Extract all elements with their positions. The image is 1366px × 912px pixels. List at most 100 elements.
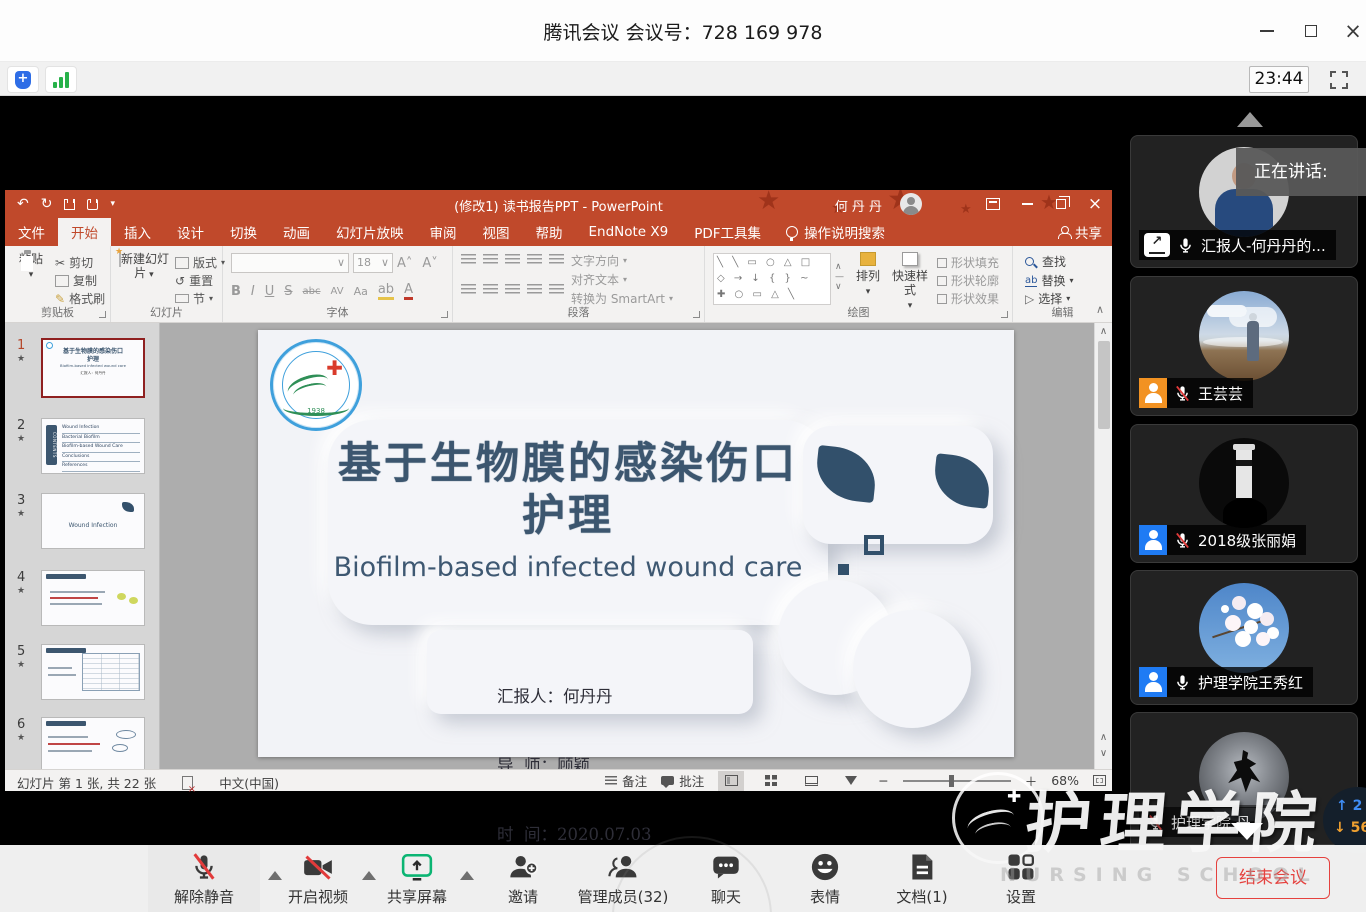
scroll-up-icon[interactable]: ∧ <box>1095 326 1112 337</box>
comments-button[interactable]: 批注 <box>661 771 704 790</box>
thumbnail-slide-4[interactable] <box>41 570 145 626</box>
tab-transitions[interactable]: 切换 <box>217 218 270 246</box>
ribbon-display-options-button[interactable] <box>976 190 1010 218</box>
manage-members-button[interactable]: 管理成员(32) <box>578 852 669 907</box>
align-right-icon[interactable] <box>505 284 520 295</box>
tab-animations[interactable]: 动画 <box>270 218 323 246</box>
tab-help[interactable]: 帮助 <box>523 218 576 246</box>
video-options-expander[interactable] <box>362 871 376 880</box>
shape-fill-button[interactable]: 形状填充 <box>937 254 999 271</box>
text-direction-button[interactable]: 文字方向▾ <box>571 252 627 269</box>
slide-scrollbar[interactable]: ∧ ∧ ∨ <box>1094 323 1112 769</box>
fullscreen-button[interactable] <box>1328 69 1350 91</box>
normal-view-button[interactable] <box>718 771 744 791</box>
replace-button[interactable]: ab替换▾ <box>1025 272 1074 289</box>
indent-increase-icon[interactable] <box>527 254 542 265</box>
reset-button[interactable]: ↺重置 <box>175 272 213 289</box>
share-screen-button[interactable]: 共享屏幕 <box>387 852 447 907</box>
columns-icon[interactable] <box>549 284 564 295</box>
shape-outline-button[interactable]: 形状轮廓 <box>937 272 999 289</box>
align-center-icon[interactable] <box>483 284 498 295</box>
grow-font-icon[interactable]: A˄ <box>397 256 412 271</box>
shrink-font-icon[interactable]: A˅ <box>422 256 437 271</box>
tell-me-search[interactable]: 操作说明搜索 <box>774 218 897 246</box>
paragraph-dialog-launcher[interactable] <box>693 311 700 318</box>
mic-options-expander[interactable] <box>268 871 282 880</box>
clipboard-dialog-launcher[interactable] <box>99 311 106 318</box>
participant-tile[interactable]: 王芸芸 <box>1130 276 1358 416</box>
layout-button[interactable]: 版式▾ <box>175 254 225 271</box>
shapes-gallery[interactable]: ╲ ╲ ▭ ○ △ □◇ → ↓ { } ~✚ ○ ▭ △ ╲ <box>713 253 831 305</box>
font-size-combo[interactable]: 18∨ <box>353 253 393 273</box>
network-quality-button[interactable] <box>45 66 77 93</box>
font-name-combo[interactable]: ∨ <box>231 253 349 273</box>
arrange-button[interactable]: 排列▾ <box>851 252 885 299</box>
tab-pdf-tools[interactable]: PDF工具集 <box>681 218 774 246</box>
unmute-button[interactable]: 解除静音 <box>174 852 234 907</box>
next-slide-icon[interactable]: ∨ <box>1095 748 1112 759</box>
ppt-share-button[interactable]: 共享 <box>1058 218 1102 246</box>
tab-endnote[interactable]: EndNote X9 <box>576 218 682 246</box>
collapse-participants-icon[interactable] <box>1237 112 1263 127</box>
change-case-button[interactable]: Aa <box>354 285 368 298</box>
invite-button[interactable]: 邀请 <box>508 852 538 907</box>
align-text-button[interactable]: 对齐文本▾ <box>571 271 627 288</box>
highlight-button[interactable]: ab <box>378 282 394 300</box>
tab-view[interactable]: 视图 <box>470 218 523 246</box>
justify-icon[interactable] <box>527 284 542 295</box>
language-label[interactable]: 中文(中国) <box>219 773 279 792</box>
reading-view-button[interactable] <box>798 771 824 791</box>
thumbnail-slide-2[interactable]: CONTENTS Wound Infection Bacterial Biofi… <box>41 418 145 474</box>
char-spacing-button[interactable]: AV <box>331 286 344 297</box>
line-spacing-icon[interactable] <box>549 254 564 265</box>
collapse-ribbon-icon[interactable]: ∧ <box>1096 303 1104 316</box>
tab-file[interactable]: 文件 <box>5 218 58 246</box>
tab-design[interactable]: 设计 <box>164 218 217 246</box>
tab-home[interactable]: 开始 <box>58 218 111 246</box>
chat-button[interactable]: 聊天 <box>711 852 741 907</box>
start-video-button[interactable]: 开启视频 <box>288 852 348 907</box>
new-slide-button[interactable]: 新建幻灯片 ▾ <box>117 252 171 282</box>
thumbnail-item-4[interactable]: 4 <box>5 570 159 628</box>
zoom-slider-knob[interactable] <box>949 775 954 787</box>
thumbnail-slide-3[interactable]: Wound Infection <box>41 493 145 549</box>
indent-decrease-icon[interactable] <box>505 254 520 265</box>
thumbnail-item-6[interactable]: 6 <box>5 717 159 769</box>
spellcheck-icon[interactable] <box>182 776 193 790</box>
tab-insert[interactable]: 插入 <box>111 218 164 246</box>
current-slide[interactable]: ✚ 1938 基于生物膜的感染伤口 护理 Biofilm-based infec… <box>258 330 1014 757</box>
align-left-icon[interactable] <box>461 284 476 295</box>
zoom-out-button[interactable]: − <box>878 773 888 788</box>
thumbnail-item-5[interactable]: 5 <box>5 644 159 702</box>
security-button[interactable] <box>7 66 39 93</box>
shapes-scroll[interactable]: ∧—∨ <box>835 262 841 292</box>
font-dialog-launcher[interactable] <box>441 311 448 318</box>
close-button[interactable]: × <box>1336 18 1366 44</box>
cut-button[interactable]: ✂剪切 <box>55 254 93 271</box>
thumbnail-slide-5[interactable] <box>41 644 145 700</box>
participant-tile[interactable]: 2018级张丽娟 <box>1130 424 1358 563</box>
drawing-dialog-launcher[interactable] <box>1001 311 1008 318</box>
thumbnail-slide-1[interactable]: 基于生物膜的感染伤口 护理 Biofilm-based infected wou… <box>41 338 145 398</box>
participant-tile[interactable]: 护理学院王秀红 <box>1130 570 1358 705</box>
font-color-button[interactable]: A <box>404 282 413 300</box>
thumbnail-item-1[interactable]: 1 基于生物膜的感染伤口 护理 Biofilm-based infected w… <box>5 338 159 402</box>
slide-sorter-button[interactable] <box>758 771 784 791</box>
docs-button[interactable]: 文档(1) <box>896 852 947 907</box>
scrollbar-thumb[interactable] <box>1098 341 1110 429</box>
numbering-icon[interactable] <box>483 254 498 265</box>
italic-button[interactable]: I <box>251 284 255 299</box>
minimize-button[interactable] <box>1250 18 1284 44</box>
slideshow-view-button[interactable] <box>838 771 864 791</box>
maximize-button[interactable] <box>1294 18 1328 44</box>
paste-button[interactable]: 粘贴▾ <box>13 252 49 282</box>
clear-format-button[interactable]: abc <box>303 286 321 297</box>
emoji-button[interactable]: 表情 <box>810 852 840 907</box>
share-options-expander[interactable] <box>460 871 474 880</box>
strikethrough-button[interactable]: S <box>284 284 292 299</box>
ppt-restore-button[interactable] <box>1044 190 1078 218</box>
ppt-minimize-button[interactable] <box>1010 190 1044 218</box>
thumbnail-item-3[interactable]: 3 Wound Infection <box>5 493 159 551</box>
thumbnail-item-2[interactable]: 2 CONTENTS Wound Infection Bacterial Bio… <box>5 418 159 476</box>
bold-button[interactable]: B <box>231 284 241 299</box>
